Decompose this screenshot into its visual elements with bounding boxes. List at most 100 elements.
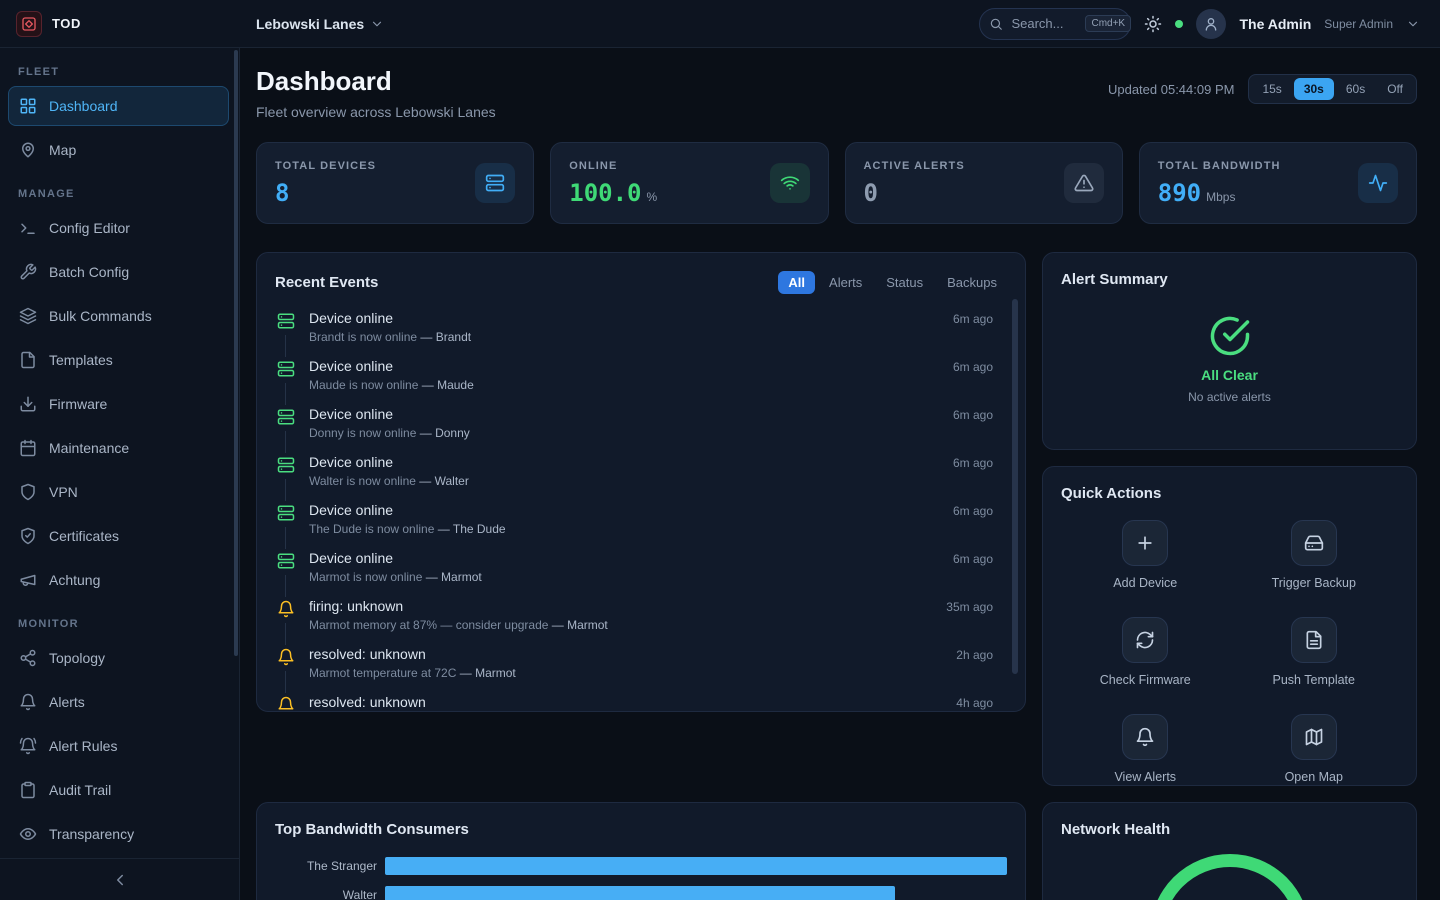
server-icon <box>475 163 515 203</box>
events-scrollbar[interactable] <box>1012 299 1018 674</box>
stat-value: 890 <box>1158 179 1201 207</box>
quick-action-view-alerts[interactable]: View Alerts <box>1061 714 1230 784</box>
sidebar-item-label: Dashboard <box>49 98 118 114</box>
refresh-interval-segmented: 15s30s60sOff <box>1248 74 1417 104</box>
sidebar-item-certificates[interactable]: Certificates <box>8 516 229 556</box>
sidebar-item-bulk-commands[interactable]: Bulk Commands <box>8 296 229 336</box>
alert-summary-panel: Alert Summary All Clear No active alerts <box>1042 252 1417 450</box>
wifi-icon <box>770 163 810 203</box>
download-icon <box>19 395 37 413</box>
alert-triangle-icon <box>1064 163 1104 203</box>
server-icon <box>277 360 295 378</box>
refresh-option-off[interactable]: Off <box>1377 78 1413 100</box>
hard-drive-icon <box>1291 520 1337 566</box>
theme-toggle-sun-icon[interactable] <box>1144 15 1162 33</box>
eye-icon <box>19 825 37 843</box>
bandwidth-chart: The Stranger Walter <box>275 856 1007 900</box>
event-detail: Maude is now online — Maude <box>309 378 474 392</box>
bell-ring-icon <box>19 737 37 755</box>
refresh-option-30s[interactable]: 30s <box>1294 78 1334 100</box>
event-time: 4h ago <box>956 694 993 712</box>
event-row[interactable]: firing: unknown Marmot memory at 87% — c… <box>275 596 1007 644</box>
sidebar-item-alert-rules[interactable]: Alert Rules <box>8 726 229 766</box>
sidebar-item-map[interactable]: Map <box>8 130 229 170</box>
sidebar-item-transparency[interactable]: Transparency <box>8 814 229 854</box>
event-title: Device online <box>309 550 482 566</box>
sidebar-item-topology[interactable]: Topology <box>8 638 229 678</box>
sidebar-item-config-editor[interactable]: Config Editor <box>8 208 229 248</box>
event-time: 6m ago <box>953 310 993 356</box>
event-row[interactable]: Device online Maude is now online — Maud… <box>275 356 1007 404</box>
event-title: Device online <box>309 358 474 374</box>
bandwidth-row: Walter <box>275 885 1007 900</box>
terminal-icon <box>19 219 37 237</box>
sidebar-item-label: Maintenance <box>49 440 129 456</box>
event-row[interactable]: Device online Walter is now online — Wal… <box>275 452 1007 500</box>
event-detail: Marmot memory at 87% — consider upgrade … <box>309 618 608 632</box>
sidebar-item-batch-config[interactable]: Batch Config <box>8 252 229 292</box>
quick-actions-title: Quick Actions <box>1061 485 1398 502</box>
refresh-option-15s[interactable]: 15s <box>1252 78 1291 100</box>
event-time: 6m ago <box>953 358 993 404</box>
stat-label: ONLINE <box>569 160 657 172</box>
left-column: Recent Events AllAlertsStatusBackups Dev… <box>256 252 1026 900</box>
right-column: Alert Summary All Clear No active alerts… <box>1042 252 1417 900</box>
sidebar-item-dashboard[interactable]: Dashboard <box>8 86 229 126</box>
nav-section-label-fleet: Fleet <box>8 52 229 86</box>
event-detail: Walter is now online — Walter <box>309 474 469 488</box>
event-row[interactable]: resolved: unknown Marmot temperature at … <box>275 644 1007 692</box>
events-list: Device online Brandt is now online — Bra… <box>275 308 1007 712</box>
event-device: — The Dude <box>438 522 506 536</box>
quick-action-add-device[interactable]: Add Device <box>1061 520 1230 590</box>
activity-icon <box>1358 163 1398 203</box>
sidebar-item-firmware[interactable]: Firmware <box>8 384 229 424</box>
refresh-option-60s[interactable]: 60s <box>1336 78 1375 100</box>
org-switcher[interactable]: Lebowski Lanes <box>240 16 384 32</box>
file-text-icon <box>1291 617 1337 663</box>
search-box[interactable]: Cmd+K <box>979 8 1131 40</box>
event-time: 6m ago <box>953 406 993 452</box>
events-tab-status[interactable]: Status <box>876 271 933 294</box>
bandwidth-title: Top Bandwidth Consumers <box>275 821 1007 838</box>
event-row[interactable]: Device online Donny is now online — Donn… <box>275 404 1007 452</box>
event-row[interactable]: Device online Marmot is now online — Mar… <box>275 548 1007 596</box>
user-menu-chevron-down-icon[interactable] <box>1406 17 1420 31</box>
stat-label: TOTAL BANDWIDTH <box>1158 160 1281 172</box>
quick-action-check-firmware[interactable]: Check Firmware <box>1061 617 1230 687</box>
sidebar-item-vpn[interactable]: VPN <box>8 472 229 512</box>
stat-card-total-devices: TOTAL DEVICES 8 <box>256 142 534 224</box>
sidebar-item-templates[interactable]: Templates <box>8 340 229 380</box>
events-tab-all[interactable]: All <box>778 271 815 294</box>
sidebar-item-achtung[interactable]: Achtung <box>8 560 229 600</box>
map-pin-icon <box>19 141 37 159</box>
sidebar-item-alerts[interactable]: Alerts <box>8 682 229 722</box>
sidebar-collapse-button[interactable] <box>0 858 239 900</box>
quick-action-push-template[interactable]: Push Template <box>1230 617 1399 687</box>
search-input[interactable] <box>1011 16 1077 31</box>
event-device: — Walter <box>419 474 469 488</box>
events-tab-alerts[interactable]: Alerts <box>819 271 872 294</box>
stat-value: 100.0 <box>569 179 641 207</box>
event-row[interactable]: Device online The Dude is now online — T… <box>275 500 1007 548</box>
sidebar-item-audit-trail[interactable]: Audit Trail <box>8 770 229 810</box>
server-icon <box>277 312 295 330</box>
page-title: Dashboard <box>256 66 496 97</box>
quick-action-trigger-backup[interactable]: Trigger Backup <box>1230 520 1399 590</box>
events-tab-backups[interactable]: Backups <box>937 271 1007 294</box>
avatar[interactable] <box>1196 9 1226 39</box>
event-row[interactable]: Device online Brandt is now online — Bra… <box>275 308 1007 356</box>
sidebar-item-label: Map <box>49 142 76 158</box>
page-subtitle: Fleet overview across Lebowski Lanes <box>256 104 496 120</box>
alert-summary-title: Alert Summary <box>1061 271 1398 288</box>
event-title: firing: unknown <box>309 598 608 614</box>
event-row[interactable]: resolved: unknown 4h ago <box>275 692 1007 712</box>
event-device: — Donny <box>420 426 470 440</box>
sidebar-scrollbar[interactable] <box>234 50 238 656</box>
bandwidth-device-label: The Stranger <box>275 859 385 873</box>
quick-action-open-map[interactable]: Open Map <box>1230 714 1399 784</box>
bell-icon <box>277 600 295 618</box>
plus-icon <box>1122 520 1168 566</box>
event-title: Device online <box>309 502 506 518</box>
sidebar-item-maintenance[interactable]: Maintenance <box>8 428 229 468</box>
sidebar-item-label: Transparency <box>49 826 134 842</box>
